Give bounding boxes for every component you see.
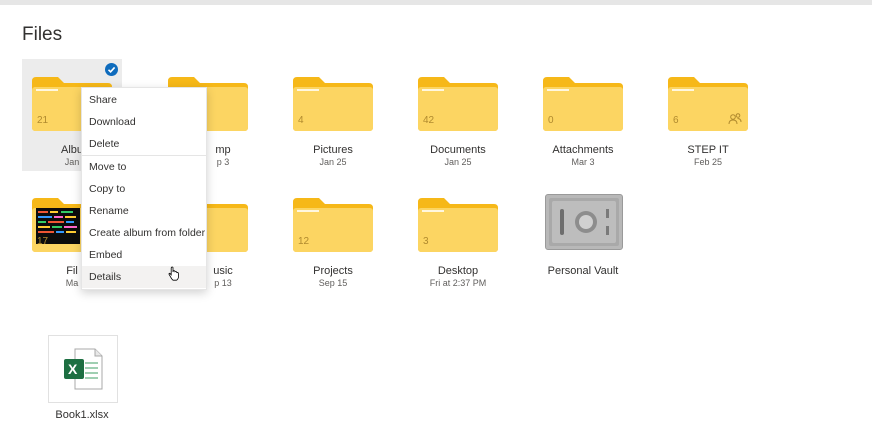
folder-name: Pictures (313, 144, 353, 156)
menu-item-embed[interactable]: Embed (82, 244, 206, 266)
folder-tile-step-it[interactable]: 6 STEP IT Feb 25 (658, 59, 758, 171)
excel-letter: X (68, 361, 78, 377)
folder-name: STEP IT (687, 144, 729, 156)
folder-icon: 4 (293, 75, 373, 131)
folder-tile-pictures[interactable]: 4 Pictures Jan 25 (283, 59, 383, 171)
check-icon[interactable] (105, 63, 118, 76)
folder-icon: 12 (293, 196, 373, 252)
folder-tile-projects[interactable]: 12 Projects Sep 15 (283, 180, 383, 292)
item-count: 12 (298, 236, 310, 247)
menu-item-delete[interactable]: Delete (82, 133, 206, 155)
folder-date: Jan 25 (319, 157, 347, 167)
item-count: 4 (298, 115, 304, 126)
menu-item-share[interactable]: Share (82, 89, 206, 111)
folder-tile-desktop[interactable]: 3 Desktop Fri at 2:37 PM (408, 180, 508, 292)
folder-date: Feb 25 (693, 157, 723, 167)
folder-date: Jan 25 (444, 157, 472, 167)
folder-icon: 42 (418, 75, 498, 131)
top-bar (0, 0, 872, 5)
folder-name: Attachments (552, 144, 614, 156)
file-name: Book1.xlsx (55, 409, 109, 421)
folder-name: Desktop (437, 265, 479, 277)
folder-date: Fri at 2:37 PM (429, 278, 487, 288)
context-menu: Share Download Delete Move to Copy to Re… (81, 87, 207, 290)
menu-item-details[interactable]: Details (82, 266, 206, 288)
page-title: Files (22, 24, 63, 45)
vault-icon (545, 194, 623, 250)
folder-icon: 6 (668, 75, 748, 131)
hand-cursor-icon (168, 266, 180, 286)
item-count: 21 (37, 115, 49, 126)
menu-item-rename[interactable]: Rename (82, 200, 206, 222)
menu-item-move-to[interactable]: Move to (82, 156, 206, 178)
menu-item-create-album[interactable]: Create album from folder (82, 222, 206, 244)
menu-item-download[interactable]: Download (82, 111, 206, 133)
folder-date: Sep 15 (318, 278, 348, 288)
folder-tile-documents[interactable]: 42 Documents Jan 25 (408, 59, 508, 171)
folder-name: Personal Vault (547, 265, 619, 277)
item-count: 0 (548, 115, 554, 126)
item-count: 42 (423, 115, 435, 126)
folder-name: Documents (430, 144, 486, 156)
menu-item-copy-to[interactable]: Copy to (82, 178, 206, 200)
folder-tile-personal-vault[interactable]: Personal Vault (533, 180, 633, 292)
shared-people-icon (728, 112, 742, 126)
folder-name: Projects (313, 265, 353, 277)
item-count: 3 (423, 236, 429, 247)
item-count: 6 (673, 115, 679, 126)
folder-icon: 0 (543, 75, 623, 131)
item-count: 17 (37, 236, 49, 247)
folder-tile-attachments[interactable]: 0 Attachments Mar 3 (533, 59, 633, 171)
folder-date: Mar 3 (571, 157, 595, 167)
excel-file-icon: X (63, 348, 103, 395)
file-tile-book1[interactable]: X (48, 335, 118, 403)
folder-icon: 3 (418, 196, 498, 252)
